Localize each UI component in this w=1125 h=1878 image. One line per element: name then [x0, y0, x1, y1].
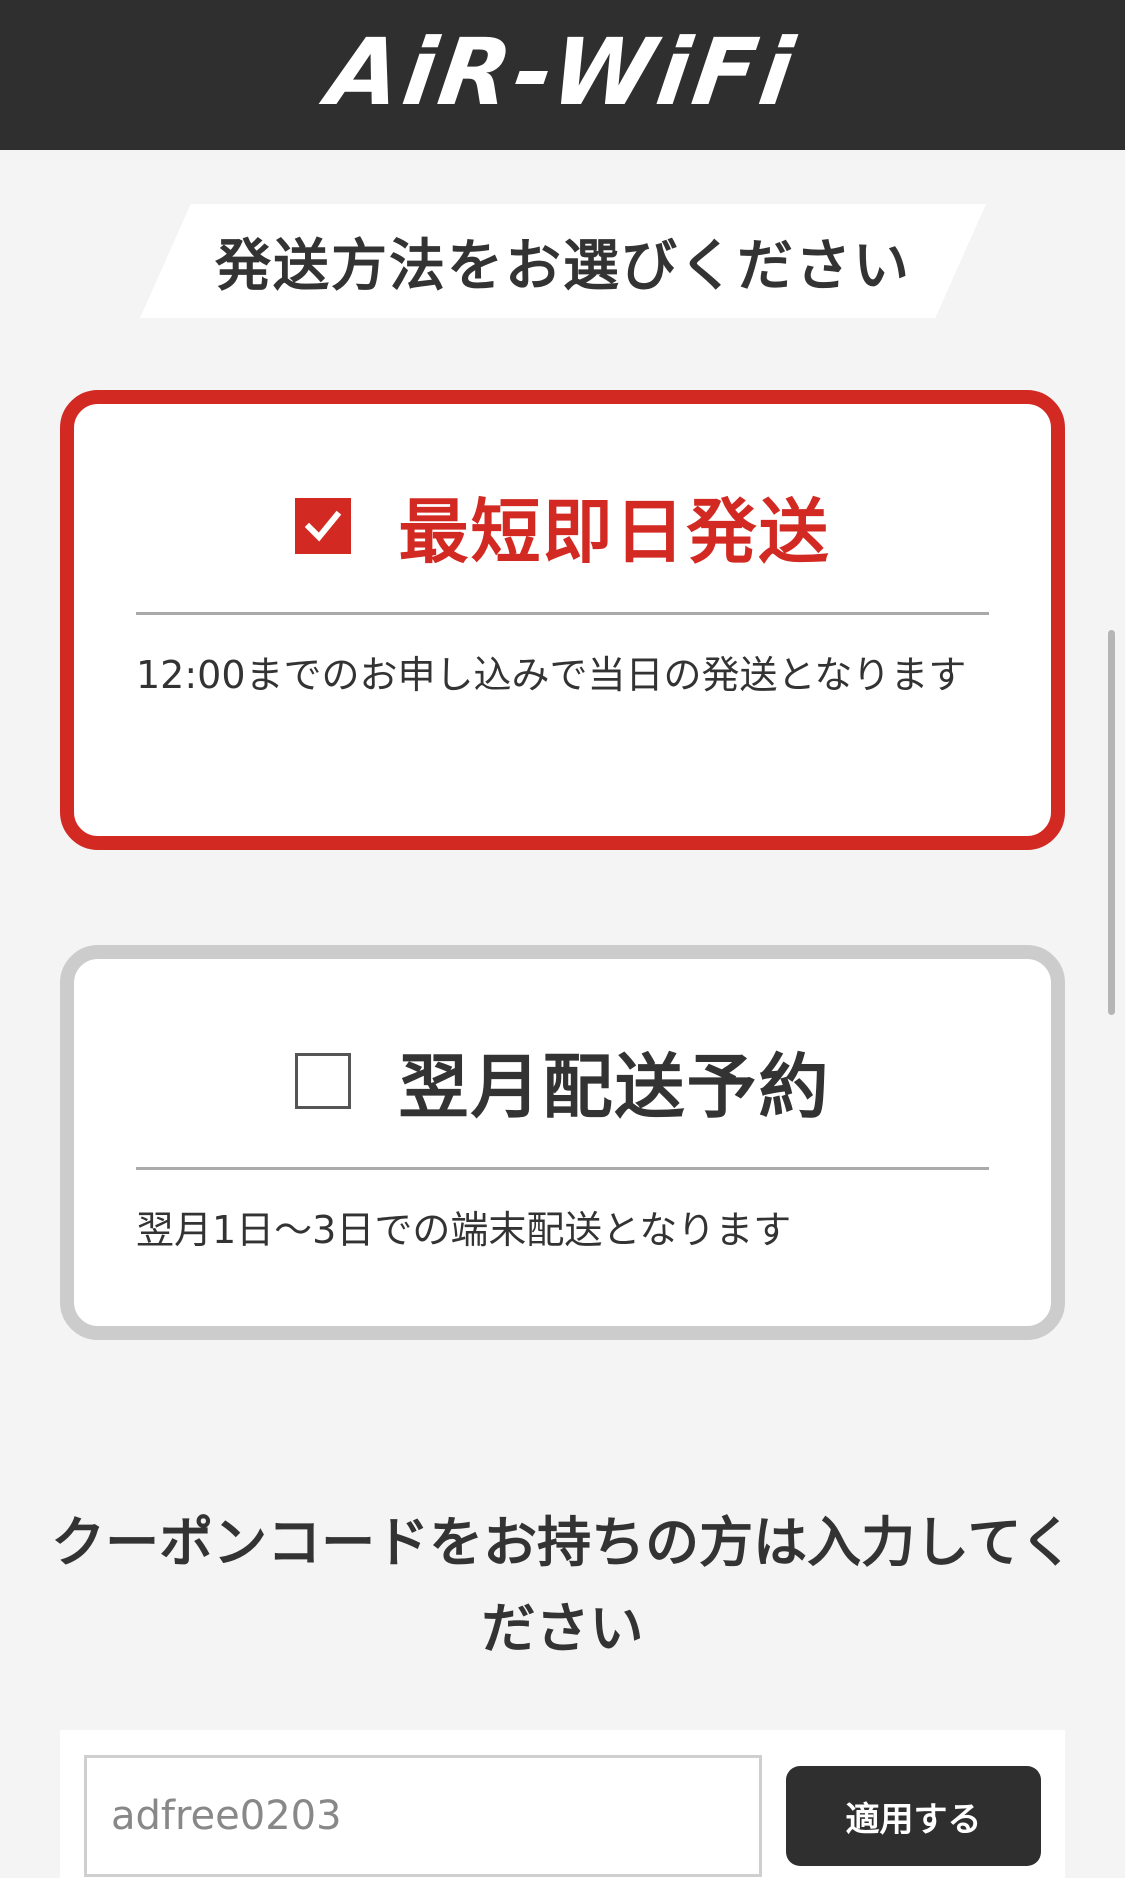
page: AiR-WiFi 発送方法をお選びください 最短即日発送 12:00までのお申し… [0, 0, 1125, 1878]
checkbox-checked-icon[interactable] [294, 498, 351, 554]
option-description-reserve: 翌月1日〜3日での端末配送となります [136, 1208, 792, 1252]
option-description-express: 12:00までのお申し込みで当日の発送となります [136, 653, 967, 697]
apply-coupon-button[interactable]: 適用する [786, 1766, 1041, 1866]
shipping-section-title: 発送方法をお選びください [215, 233, 911, 299]
option-divider [136, 612, 989, 615]
coupon-heading: クーポンコードをお持ちの方は入力してください [51, 1511, 1074, 1660]
option-header: 翌月配送予約 [74, 1031, 1051, 1131]
option-title-express: 最短即日発送 [398, 490, 831, 573]
checkmark-icon [304, 510, 341, 542]
shipping-option-express[interactable]: 最短即日発送 12:00までのお申し込みで当日の発送となります [60, 390, 1065, 850]
checkbox-unchecked-icon[interactable] [294, 1053, 351, 1109]
option-title-reserve: 翌月配送予約 [398, 1045, 831, 1128]
shipping-option-reserve[interactable]: 翌月配送予約 翌月1日〜3日での端末配送となります [60, 945, 1065, 1340]
air-wifi-logo[interactable]: AiR-WiFi [321, 19, 803, 126]
coupon-code-input[interactable] [84, 1755, 762, 1877]
option-divider [136, 1167, 989, 1170]
scrollbar-thumb[interactable] [1108, 630, 1115, 1015]
site-header: AiR-WiFi [0, 0, 1125, 150]
coupon-panel: 適用する [60, 1730, 1065, 1878]
shipping-section-title-banner: 発送方法をお選びください [140, 204, 986, 318]
option-header: 最短即日発送 [74, 476, 1051, 576]
